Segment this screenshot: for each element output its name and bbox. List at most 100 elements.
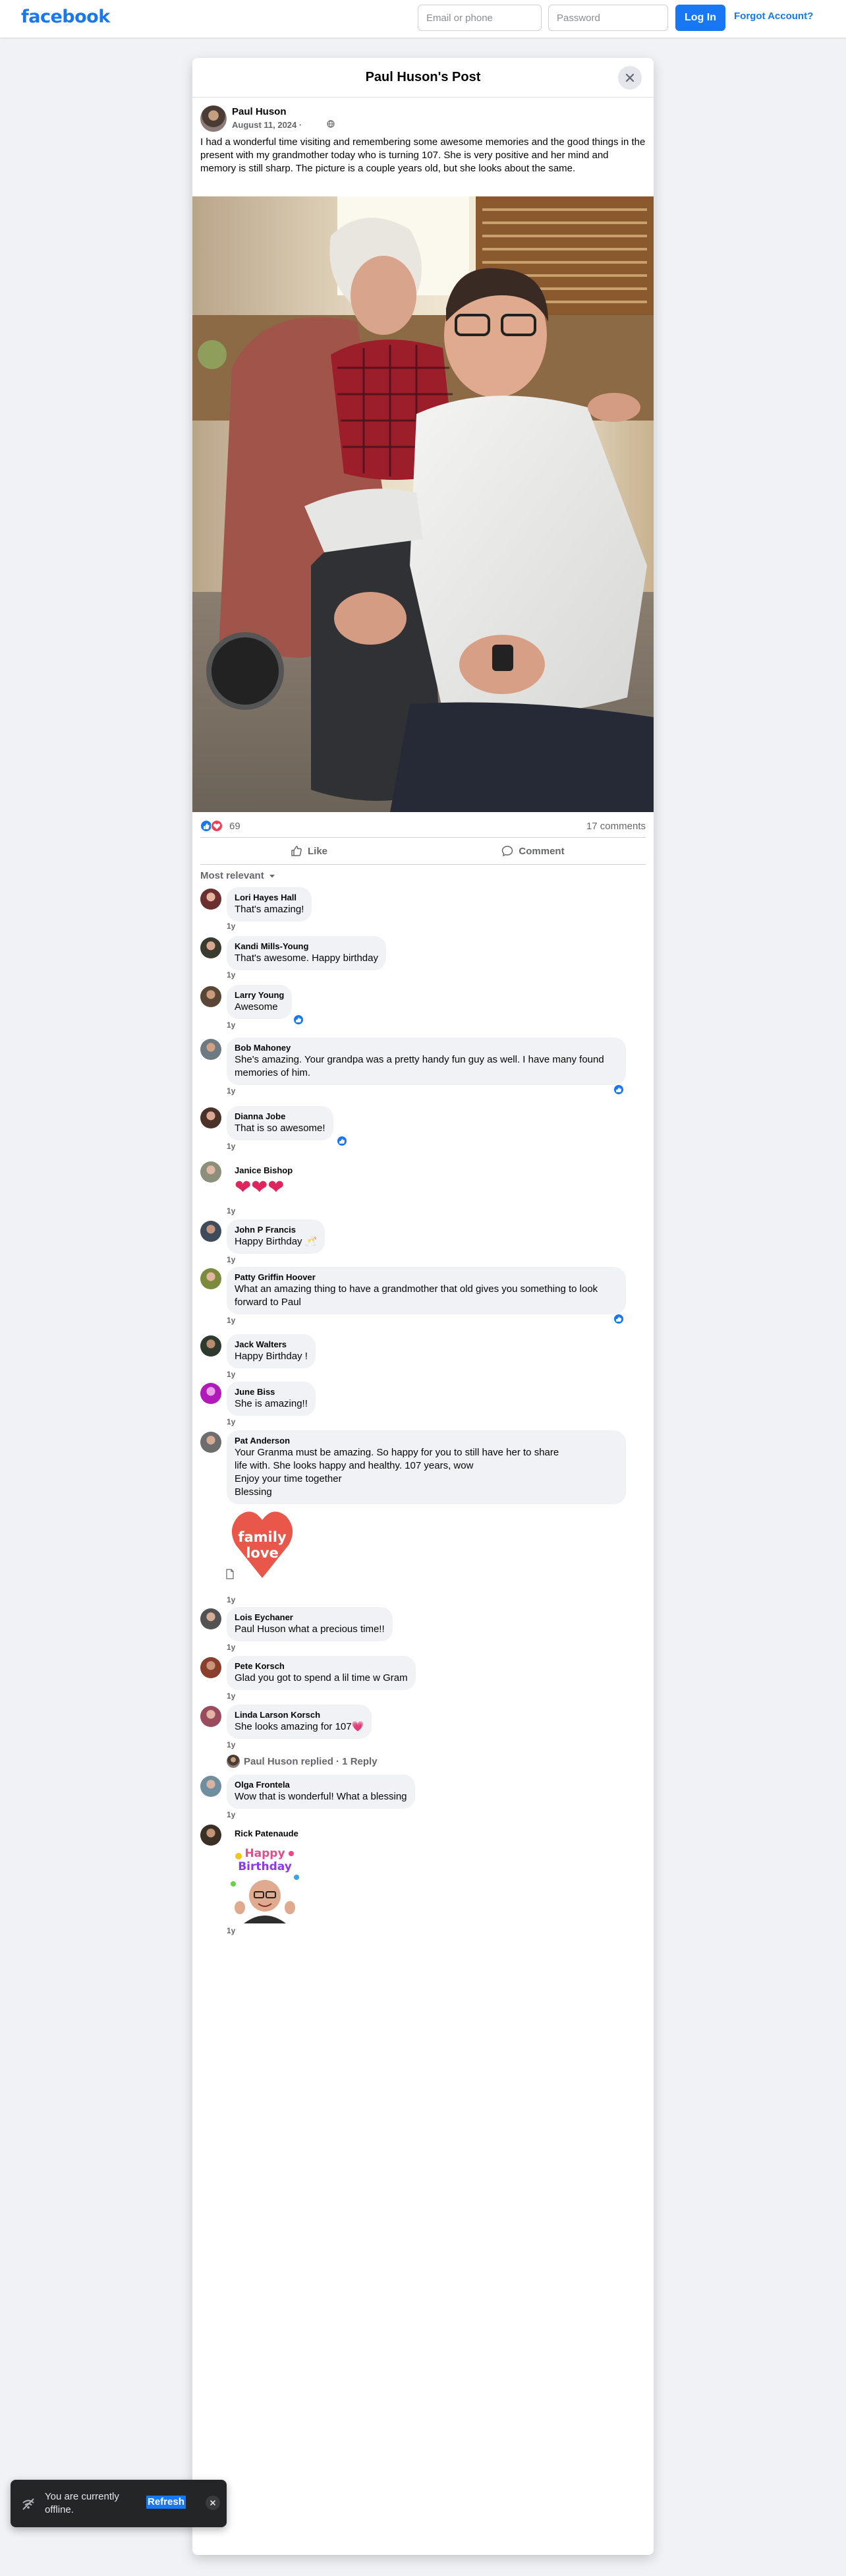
view-replies-link[interactable]: Paul Huson replied · 1 Reply (227, 1755, 378, 1768)
avatar[interactable] (200, 1706, 221, 1727)
avatar (227, 1755, 240, 1768)
facebook-logo[interactable]: facebook (21, 7, 110, 27)
commenter-name[interactable]: Kandi Mills-Young (235, 941, 378, 952)
avatar[interactable] (200, 1432, 221, 1453)
comment-timestamp[interactable]: 1y (227, 1206, 235, 1215)
comment-bubble: Jack Walters Happy Birthday ! (227, 1334, 316, 1368)
close-button[interactable] (618, 66, 642, 90)
caret-down-icon (269, 874, 275, 877)
avatar[interactable] (200, 105, 227, 132)
comment-timestamp[interactable]: 1y (227, 922, 235, 931)
action-bar: Like Comment (200, 837, 646, 865)
commenter-name[interactable]: June Biss (235, 1387, 308, 1397)
comment-timestamp[interactable]: 1y (227, 1691, 235, 1701)
comment-timestamp[interactable]: 1y (227, 1142, 235, 1151)
comment-text: Paul Huson what a precious time!! (235, 1624, 385, 1635)
avatar[interactable] (200, 1608, 221, 1629)
comment-text: Happy Birthday 🥂 (235, 1236, 318, 1247)
comment-bubble: Larry Young Awesome (227, 985, 293, 1019)
commenter-name[interactable]: Bob Mahoney (235, 1043, 618, 1053)
like-reaction-icon[interactable] (613, 1313, 625, 1325)
sort-label: Most relevant (200, 870, 264, 881)
avatar[interactable] (200, 1268, 221, 1289)
comment-timestamp[interactable]: 1y (227, 1595, 235, 1604)
post-photo-image (192, 196, 654, 812)
comment-text: Happy Birthday ! (235, 1351, 308, 1362)
commenter-name[interactable]: Patty Griffin Hoover (235, 1272, 618, 1283)
commenter-name[interactable]: Linda Larson Korsch (235, 1710, 364, 1720)
avatar[interactable] (200, 1221, 221, 1242)
commenter-name[interactable]: Jack Walters (235, 1339, 308, 1350)
avatar[interactable] (200, 1107, 221, 1128)
email-field[interactable] (418, 5, 542, 31)
comment-count[interactable]: 17 comments (586, 821, 646, 832)
commenter-name[interactable]: Dianna Jobe (235, 1111, 325, 1122)
commenter-name[interactable]: Janice Bishop (235, 1165, 293, 1176)
comment-text: She's amazing. Your grandpa was a pretty… (235, 1054, 604, 1078)
commenter-name[interactable]: Lori Hayes Hall (235, 893, 304, 903)
toast-close-button[interactable] (206, 2496, 220, 2510)
avatar[interactable] (200, 1657, 221, 1678)
avatar[interactable] (200, 986, 221, 1007)
comment-bubble: Pete Korsch Glad you got to spend a lil … (227, 1656, 416, 1690)
commenter-name[interactable]: John P Francis (235, 1225, 317, 1235)
password-field[interactable] (548, 5, 668, 31)
commenter-name[interactable]: Olga Frontela (235, 1780, 407, 1790)
comment-bubble: Dianna Jobe That is so awesome! (227, 1106, 333, 1140)
comment-timestamp[interactable]: 1y (227, 1020, 235, 1030)
document-icon (226, 1569, 234, 1579)
author-name[interactable]: Paul Huson (232, 106, 287, 117)
like-reaction-icon[interactable] (613, 1084, 625, 1096)
refresh-link[interactable]: Refresh (146, 2496, 186, 2509)
commenter-name[interactable]: Larry Young (235, 990, 284, 1001)
comment-timestamp[interactable]: 1y (227, 970, 235, 980)
avatar[interactable] (200, 1825, 221, 1846)
commenter-name[interactable]: Pete Korsch (235, 1661, 408, 1672)
like-reaction-icon[interactable] (336, 1135, 348, 1147)
comment-timestamp[interactable]: 1y (227, 1810, 235, 1819)
comment-timestamp[interactable]: 1y (227, 1926, 235, 1935)
comment-button[interactable]: Comment (424, 840, 642, 862)
avatar[interactable] (200, 1383, 221, 1404)
post-photo[interactable] (192, 196, 654, 812)
like-button[interactable]: Like (200, 840, 418, 862)
avatar[interactable] (200, 937, 221, 958)
happy-birthday-sticker[interactable]: Happy Birthday (225, 1844, 304, 1923)
post-author: Paul Huson August 11, 2024 · (200, 105, 648, 132)
commenter-name[interactable]: Lois Eychaner (235, 1612, 385, 1623)
comment-bubble: June Biss She is amazing!! (227, 1382, 316, 1416)
replies-label: Paul Huson replied · 1 Reply (244, 1755, 378, 1767)
avatar[interactable] (200, 1039, 221, 1060)
post-date[interactable]: August 11, 2024 · (232, 120, 302, 130)
comment-sort-dropdown[interactable]: Most relevant (200, 870, 276, 881)
post-dialog: Paul Huson's Post Paul Huson August 11, … (192, 58, 654, 2555)
comment-text: ❤❤❤ (235, 1177, 285, 1198)
avatar[interactable] (200, 889, 221, 910)
avatar[interactable] (200, 1161, 221, 1183)
comment-timestamp[interactable]: 1y (227, 1255, 235, 1264)
avatar[interactable] (200, 1335, 221, 1357)
family-love-sticker[interactable]: family love (231, 1507, 294, 1579)
comment-timestamp[interactable]: 1y (227, 1417, 235, 1426)
commenter-name[interactable]: Pat Anderson (235, 1436, 618, 1446)
comment-text: She is amazing!! (235, 1398, 308, 1409)
comment-text: That's awesome. Happy birthday (235, 952, 378, 964)
comment-bubble: Kandi Mills-Young That's awesome. Happy … (227, 936, 386, 970)
like-reaction-icon[interactable] (293, 1014, 304, 1026)
comment-text: What an amazing thing to have a grandmot… (235, 1283, 598, 1308)
comment-timestamp[interactable]: 1y (227, 1740, 235, 1749)
reaction-count[interactable]: 69 (229, 821, 240, 832)
avatar[interactable] (200, 1776, 221, 1797)
comment-bubble: Patty Griffin Hoover What an amazing thi… (227, 1267, 626, 1314)
commenter-name[interactable]: Rick Patenaude (235, 1829, 298, 1839)
comment-timestamp[interactable]: 1y (227, 1316, 235, 1325)
comment-timestamp[interactable]: 1y (227, 1086, 235, 1096)
comment-timestamp[interactable]: 1y (227, 1370, 235, 1379)
forgot-account-link[interactable]: Forgot Account? (734, 11, 813, 22)
comment-bubble: John P Francis Happy Birthday 🥂 (227, 1219, 325, 1254)
login-button[interactable]: Log In (675, 5, 725, 31)
like-love-reaction-icon[interactable] (200, 820, 224, 832)
comment-text: Glad you got to spend a lil time w Gram (235, 1672, 408, 1683)
post-text: I had a wonderful time visiting and reme… (200, 136, 646, 174)
comment-timestamp[interactable]: 1y (227, 1643, 235, 1652)
